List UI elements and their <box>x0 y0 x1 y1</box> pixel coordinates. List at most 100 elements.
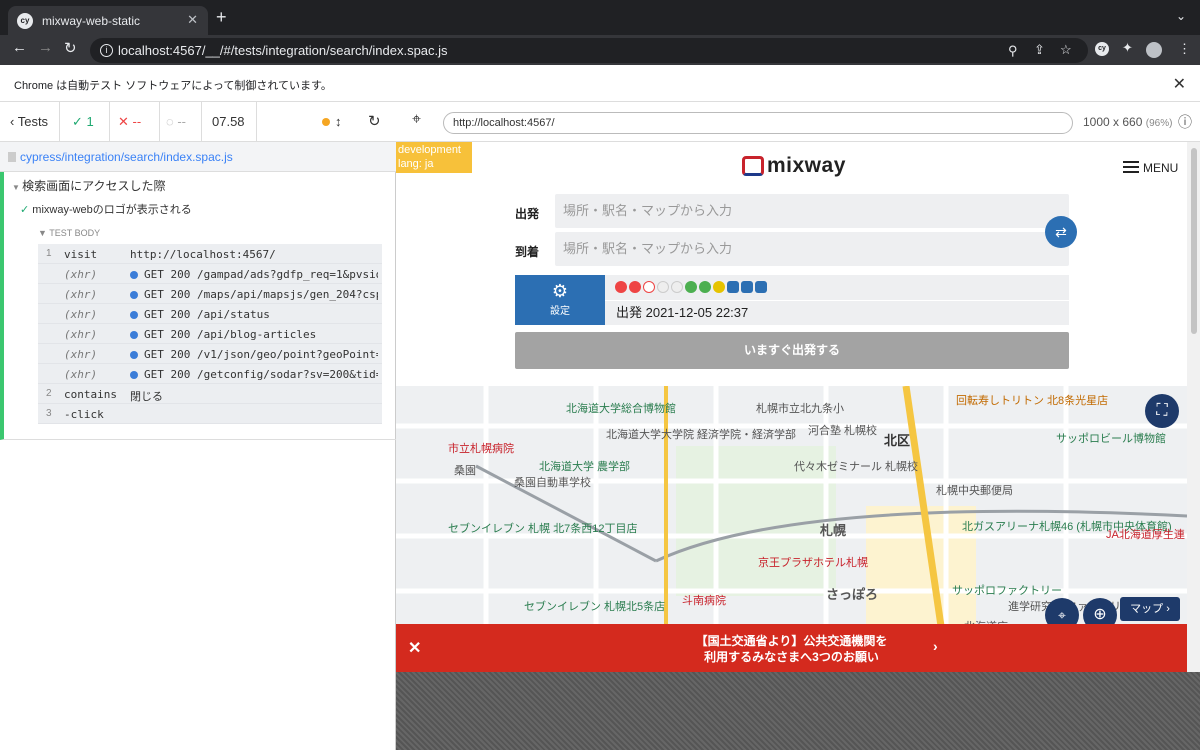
from-input[interactable]: 場所・駅名・マップから入力 <box>555 194 1069 228</box>
swap-route-button[interactable]: ⇄ <box>1045 216 1077 248</box>
command-value: GET 200 /v1/json/geo/point?geoPoint=43.0… <box>130 348 378 361</box>
test-title-text: mixway-webのロゴが表示される <box>32 204 192 216</box>
command-row[interactable]: (xhr) GET 200 /gampad/ads?gdfp_req=1&pvsi… <box>38 264 382 284</box>
transport-mode-icons[interactable] <box>605 275 1069 300</box>
departure-time[interactable]: 出発 2021-12-05 22:37 <box>605 300 1069 325</box>
tab-search-chevron-icon[interactable]: ⌄ <box>1176 9 1186 23</box>
extensions-puzzle-icon[interactable]: ✦ <box>1122 40 1133 56</box>
location-icon[interactable]: ⚲ <box>1008 43 1018 59</box>
depart-now-button[interactable]: いますぐ出発する <box>515 332 1069 369</box>
file-icon <box>8 152 16 162</box>
app-under-test: development lang: ja mixway MENU 出発 場所・駅名… <box>396 142 1187 672</box>
reload-icon[interactable]: ↻ <box>64 39 77 57</box>
failed-value: -- <box>132 114 142 129</box>
reporter-stats-bar: ‹ Tests ✓ 1 ✕ -- ◌ -- 07.58 ↕ ↻ <box>0 102 396 142</box>
map-label[interactable]: サッポロファクトリー <box>952 582 1062 598</box>
notice-banner[interactable]: ✕ 【国土交通省より】公共交通機関を 利用するみなさまへ3つのお願い › <box>396 624 1187 672</box>
browser-tab[interactable]: cy mixway-web-static ✕ <box>8 6 208 35</box>
map-label[interactable]: サッポロビール博物館 <box>1056 430 1166 446</box>
menu-button[interactable]: MENU <box>1123 161 1178 175</box>
suite-title[interactable]: ▼ 検索画面にアクセスした際 <box>12 177 166 194</box>
banner-text: 【国土交通省より】公共交通機関を 利用するみなさまへ3つのお願い <box>396 633 1187 665</box>
address-url: localhost:4567/__/#/tests/integration/se… <box>118 43 448 58</box>
map-label[interactable]: 北海道大学 農学部 <box>539 458 630 474</box>
shinkansen-mode-icon <box>629 281 641 293</box>
map-label[interactable]: JA北海道厚生連 札幌厚生病院 <box>1106 526 1187 542</box>
command-value-text: GET 200 /gampad/ads?gdfp_req=1&pvsid=250… <box>144 268 378 281</box>
env-tag: development lang: ja <box>396 142 472 173</box>
command-value: http://localhost:4567/ <box>130 248 378 261</box>
to-input[interactable]: 場所・駅名・マップから入力 <box>555 232 1069 266</box>
map-label[interactable]: 札幌市立北九条小 <box>756 400 844 416</box>
site-info-icon[interactable]: i <box>100 44 113 57</box>
command-row[interactable]: 1 visit http://localhost:4567/ <box>38 244 382 264</box>
map-label[interactable]: 京王プラザホテル札幌 <box>758 554 868 570</box>
app-scrollbar[interactable] <box>1187 142 1200 672</box>
command-row[interactable]: 3 -click <box>38 404 382 424</box>
map-label[interactable]: 斗南病院 <box>682 592 726 608</box>
cypress-extension-icon[interactable]: cy <box>1095 42 1109 56</box>
rerun-icon[interactable]: ↻ <box>368 112 381 130</box>
command-row[interactable]: (xhr) GET 200 /v1/json/geo/point?geoPoint… <box>38 344 382 364</box>
map-label[interactable]: 北海道大学大学院 経済学院・経済学部 <box>606 426 796 442</box>
pending-count: ◌ -- <box>160 102 202 142</box>
new-tab-icon[interactable]: + <box>216 7 227 28</box>
settings-button[interactable]: ⚙ 設定 <box>515 275 605 325</box>
map-label[interactable]: 回転寿しトリトン 北8条光星店 <box>956 392 1108 408</box>
expressway-bus-icon <box>713 281 725 293</box>
bookmark-star-icon[interactable]: ☆ <box>1060 42 1072 58</box>
current-location-button[interactable]: ⊕ <box>1083 598 1117 626</box>
command-row[interactable]: (xhr) GET 200 /api/status <box>38 304 382 324</box>
scrollbar-thumb[interactable] <box>1191 148 1197 334</box>
test-suite: ▼ 検索画面にアクセスした際 ✓ mixway-webのロゴが表示される ▼ T… <box>0 172 396 440</box>
duration: 07.58 <box>202 102 257 142</box>
share-icon[interactable]: ⇪ <box>1034 42 1045 58</box>
map-label[interactable]: 札幌 <box>820 520 846 539</box>
command-value: GET 200 /gampad/ads?gdfp_req=1&pvsid=250… <box>130 268 378 281</box>
command-row[interactable]: (xhr) GET 200 /getconfig/sodar?sv=200&tid… <box>38 364 382 384</box>
pending-value: -- <box>177 114 187 129</box>
map-label[interactable]: さっぽろ <box>826 584 878 603</box>
test-title[interactable]: ✓ mixway-webのロゴが表示される <box>20 201 192 217</box>
info-icon[interactable]: ⓘ <box>1178 112 1192 132</box>
map-label[interactable]: 北区 <box>884 430 910 449</box>
caret-down-icon: ▼ <box>12 183 23 192</box>
command-row[interactable]: (xhr) GET 200 /maps/api/mapsjs/gen_204?cs… <box>38 284 382 304</box>
chrome-menu-icon[interactable]: ⋮ <box>1178 41 1191 57</box>
map-label[interactable]: 代々木ゼミナール 札幌校 <box>794 458 918 474</box>
map[interactable]: 北海道大学総合博物館 札幌市立北九条小 回転寿しトリトン 北8条光星店北区 サッポロビ… <box>396 386 1187 626</box>
command-name: (xhr) <box>64 308 98 321</box>
command-row[interactable]: 2 contains 閉じる <box>38 384 382 404</box>
command-row[interactable]: (xhr) GET 200 /api/blog-articles <box>38 324 382 344</box>
command-value-text: http://localhost:4567/ <box>130 248 276 261</box>
map-layer-button[interactable]: ⌖ <box>1045 598 1079 626</box>
close-tab-icon[interactable]: ✕ <box>187 12 198 28</box>
map-label[interactable]: 桑園自動車学校 <box>514 474 591 490</box>
selector-playground-icon[interactable]: ⌖ <box>412 111 421 129</box>
scroll-toggle-icon[interactable]: ↕ <box>335 114 342 129</box>
command-value: 閉じる <box>130 388 378 404</box>
running-dot-icon <box>322 118 330 126</box>
map-label[interactable]: 札幌中央郵便局 <box>936 482 1013 498</box>
map-label[interactable]: 河合塾 札幌校 <box>808 422 877 438</box>
map-label[interactable]: 北海道大学総合博物館 <box>566 400 676 416</box>
map-label[interactable]: セブンイレブン 札幌 北7条西12丁目店 <box>448 520 637 536</box>
forward-icon[interactable]: → <box>38 39 53 56</box>
spec-path[interactable]: cypress/integration/search/index.spac.js <box>20 150 233 164</box>
map-toggle-button[interactable]: マップ › <box>1120 597 1180 621</box>
map-label[interactable]: 桑園 <box>454 462 476 478</box>
command-name: contains <box>64 388 117 401</box>
close-infobar-icon[interactable]: ✕ <box>1173 74 1186 94</box>
map-label[interactable]: 市立札幌病院 <box>448 440 514 456</box>
chevron-right-icon: › <box>933 638 938 654</box>
tests-button[interactable]: ‹ Tests <box>0 102 60 142</box>
address-bar[interactable]: i localhost:4567/__/#/tests/integration/… <box>90 38 1088 63</box>
map-label[interactable]: セブンイレブン 札幌北5条店 <box>524 598 665 614</box>
liner-mode-icon <box>671 281 683 293</box>
local-mode-icon <box>699 281 711 293</box>
profile-avatar-icon[interactable] <box>1146 42 1162 58</box>
xhr-status-dot-icon <box>130 331 138 339</box>
back-icon[interactable]: ← <box>12 39 27 56</box>
command-name: (xhr) <box>64 328 98 341</box>
fullscreen-button[interactable]: ⛶ <box>1145 394 1179 428</box>
